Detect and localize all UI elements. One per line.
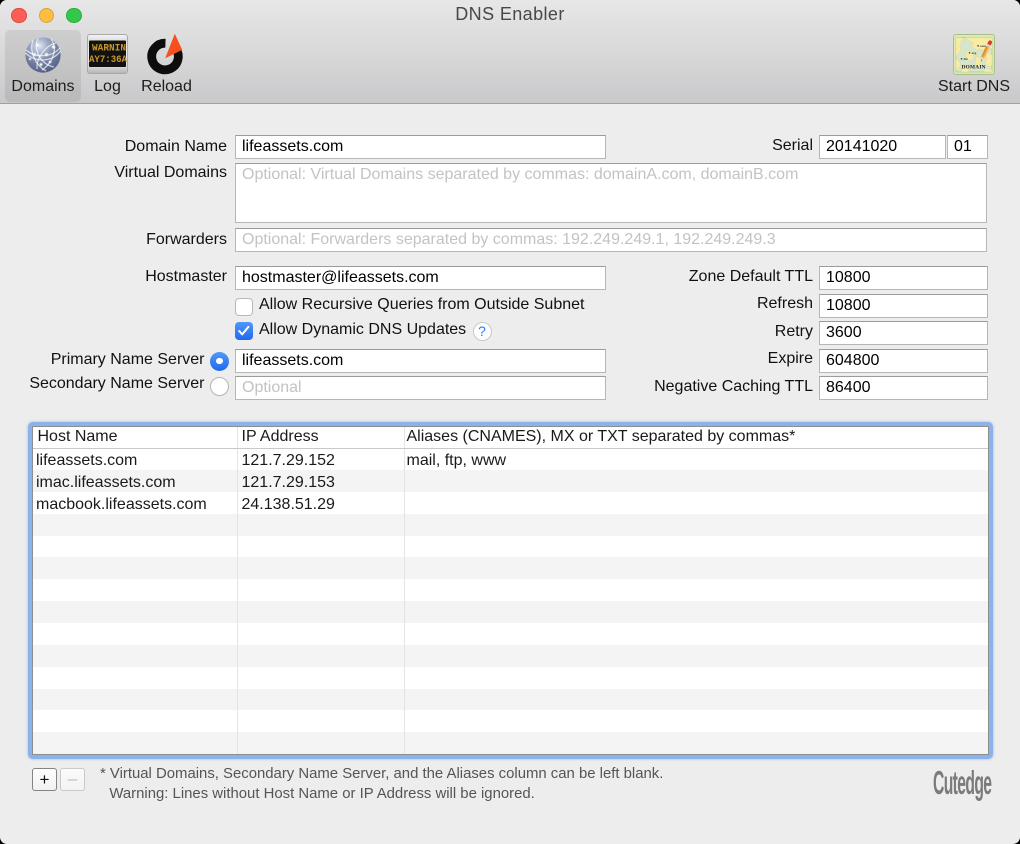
svg-text:AY7:36A: AY7:36A [89, 55, 127, 66]
svg-text:WARNIN: WARNIN [92, 44, 126, 55]
svg-text:.biz: .biz [963, 57, 968, 61]
svg-text:.com: .com [979, 44, 986, 48]
svg-text:DOMAIN: DOMAIN [961, 64, 985, 70]
svg-text:.org: .org [971, 51, 977, 55]
